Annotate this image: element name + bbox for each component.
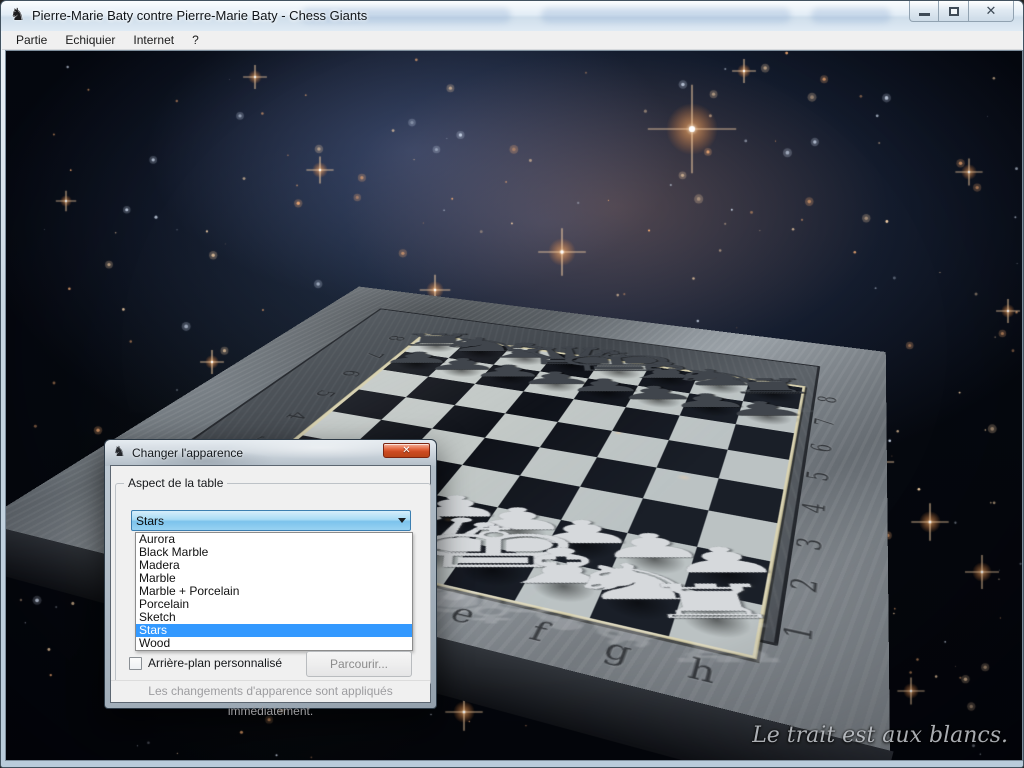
pawn-reflection: ♟ xyxy=(608,575,864,606)
piece-white-pawn-e2[interactable]: ♟♟ xyxy=(472,507,561,557)
turn-status-text: Le trait est aux blancs. xyxy=(752,723,1008,748)
piece-white-knight-g1[interactable]: ♞♞ xyxy=(590,573,684,637)
dialog-body: Aspect de la table Stars AuroraBlack Mar… xyxy=(110,465,431,703)
menu-item-aide[interactable]: ? xyxy=(183,31,208,50)
knight-reflection: ♞ xyxy=(513,603,781,648)
piece-white-pawn-g2[interactable]: ♟♟ xyxy=(610,533,697,588)
appearance-option-sketch[interactable]: Sketch xyxy=(136,611,412,624)
glass-reflection xyxy=(541,8,791,23)
menu-item-internet[interactable]: Internet xyxy=(124,31,183,50)
app-knight-icon: ♞ xyxy=(10,7,25,24)
glass-reflection xyxy=(811,8,891,23)
appearance-options-list[interactable]: AuroraBlack MarbleMaderaMarbleMarble + P… xyxy=(135,532,413,651)
knight-glyph: ♞ xyxy=(513,563,764,603)
dialog-title: Changer l'apparence xyxy=(132,446,243,460)
file-label-f: f xyxy=(503,612,573,653)
pawn-glyph: ♟ xyxy=(470,520,698,545)
piece-white-rook-h1[interactable]: ♜♜ xyxy=(669,588,762,655)
combobox-value: Stars xyxy=(132,514,393,528)
table-aspect-combobox[interactable]: Stars xyxy=(131,510,411,531)
close-icon: ✕ xyxy=(402,446,410,456)
change-appearance-dialog: ♞ Changer l'apparence ✕ Aspect de la tab… xyxy=(104,439,437,709)
pawn-glyph: ♟ xyxy=(406,507,629,531)
bishop-glyph: ♝ xyxy=(441,547,685,586)
menu-item-echiquier[interactable]: Echiquier xyxy=(56,31,124,50)
file-label-h: h xyxy=(667,649,737,695)
chess-giants-window: ♞ Pierre-Marie Baty contre Pierre-Marie … xyxy=(0,0,1024,768)
pawn-glyph: ♟ xyxy=(673,401,857,417)
checkbox-label: Arrière-plan personnalisé xyxy=(148,656,282,670)
pawn-glyph: ♟ xyxy=(604,546,848,574)
restore-icon xyxy=(949,7,959,16)
dialog-knight-icon: ♞ xyxy=(113,445,126,459)
minimize-icon xyxy=(919,13,930,16)
window-controls: ✕ xyxy=(909,1,1014,23)
close-button[interactable]: ✕ xyxy=(969,1,1014,22)
dialog-title-bar[interactable]: ♞ Changer l'apparence ✕ xyxy=(105,440,436,466)
custom-background-row: Arrière-plan personnalisé xyxy=(129,656,282,670)
minimize-button[interactable] xyxy=(909,1,939,22)
custom-background-checkbox[interactable] xyxy=(129,657,142,670)
piece-white-pawn-f2[interactable]: ♟♟ xyxy=(539,520,627,573)
piece-white-king-e1[interactable]: ♚♚ xyxy=(444,543,540,600)
dialog-status-text: Les changements d'apparence sont appliqu… xyxy=(111,680,430,702)
menu-item-partie[interactable]: Partie xyxy=(7,31,56,50)
close-icon: ✕ xyxy=(986,5,997,18)
pawn-reflection: ♟ xyxy=(468,545,707,573)
file-label-g: g xyxy=(583,630,653,674)
browse-button[interactable]: Parcourir... xyxy=(306,651,412,677)
combobox-dropdown-button[interactable] xyxy=(393,511,410,530)
rook-reflection: ♜ xyxy=(588,620,867,663)
piece-white-bishop-f1[interactable]: ♝♝ xyxy=(515,558,610,618)
window-title: Pierre-Marie Baty contre Pierre-Marie Ba… xyxy=(32,8,367,23)
appearance-option-madera[interactable]: Madera xyxy=(136,559,412,572)
file-label-e: e xyxy=(428,595,497,634)
dialog-close-button[interactable]: ✕ xyxy=(383,443,430,458)
group-label: Aspect de la table xyxy=(124,476,227,490)
menu-bar: PartieEchiquierInternet? xyxy=(2,31,1022,50)
appearance-option-porcelain[interactable]: Porcelain xyxy=(136,598,412,611)
appearance-option-stars[interactable]: Stars xyxy=(136,624,412,637)
restore-button[interactable] xyxy=(939,1,969,22)
appearance-option-wood[interactable]: Wood xyxy=(136,637,412,650)
pawn-glyph: ♟ xyxy=(537,533,772,560)
table-edge-right xyxy=(876,352,890,761)
title-bar[interactable]: ♞ Pierre-Marie Baty contre Pierre-Marie … xyxy=(1,1,1023,31)
bishop-reflection: ♝ xyxy=(436,586,698,630)
chevron-down-icon xyxy=(398,518,406,523)
